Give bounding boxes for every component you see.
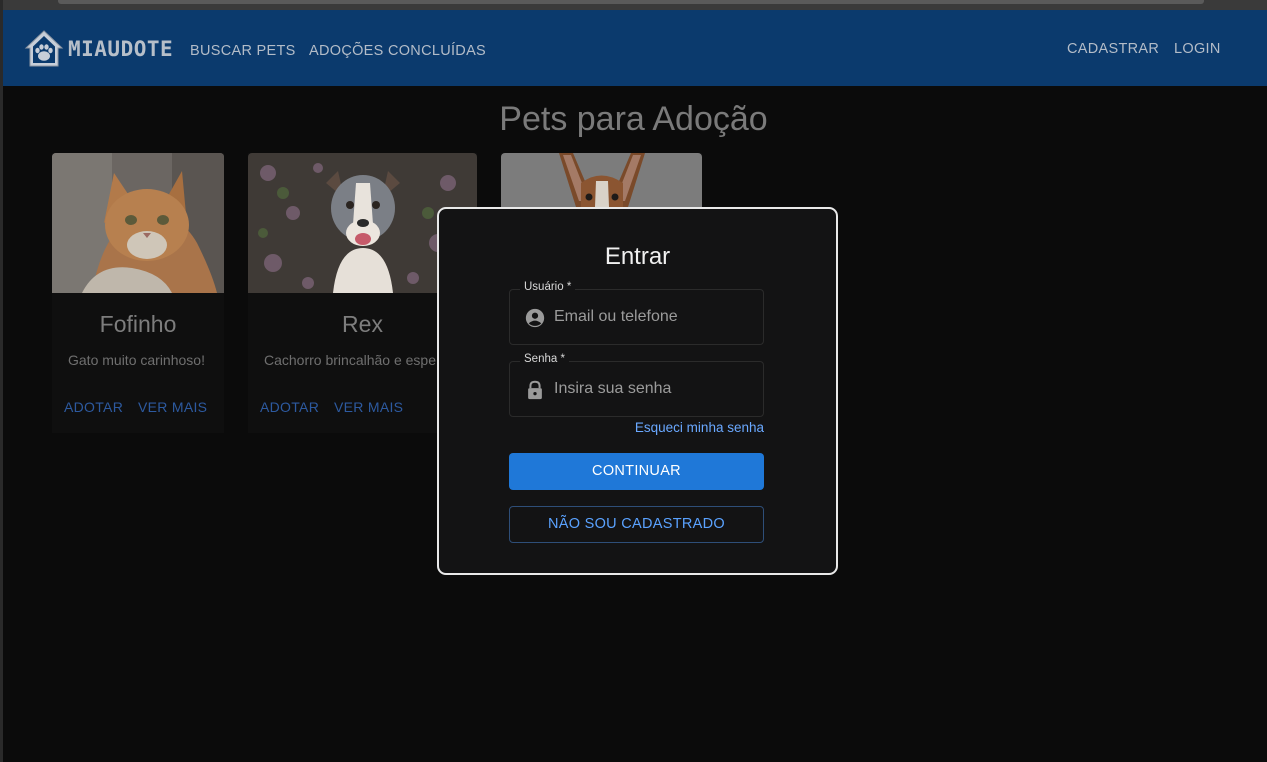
pet-photo-dog-ears [501, 153, 702, 207]
modal-title: Entrar [604, 243, 671, 270]
browser-top-strip [0, 0, 1267, 10]
username-input[interactable] [554, 304, 754, 330]
adopt-button[interactable]: ADOTAR [64, 399, 123, 415]
pet-name: Fofinho [99, 311, 177, 337]
house-paw-logo-icon [24, 30, 64, 67]
nav-buscar-pets[interactable]: BUSCAR PETS [190, 43, 296, 59]
account-circle-icon [525, 308, 545, 328]
app-bar: MIAUDOTE BUSCAR PETS ADOÇÕES CONCLUÍDAS … [3, 10, 1267, 86]
page-title: Pets para Adoção [499, 100, 768, 138]
password-label: Senha * [520, 353, 569, 365]
pet-description: Cachorro brincalhão e espe [264, 352, 436, 368]
brand-logo[interactable]: MIAUDOTE [23, 28, 173, 70]
pet-photo-cat [52, 153, 224, 293]
nav-cadastrar[interactable]: CADASTRAR [1067, 41, 1159, 57]
username-label: Usuário * [520, 281, 576, 293]
password-field[interactable]: Senha * [509, 353, 764, 417]
forgot-password-link[interactable]: Esqueci minha senha [635, 420, 764, 435]
password-input[interactable] [554, 376, 754, 402]
not-registered-button[interactable]: NÃO SOU CADASTRADO [509, 506, 764, 543]
username-field[interactable]: Usuário * [509, 281, 764, 345]
nav-login[interactable]: LOGIN [1174, 41, 1221, 57]
view-more-button[interactable]: VER MAIS [334, 399, 403, 415]
browser-tab-bar [58, 0, 1204, 4]
nav-adocoes-concluidas[interactable]: ADOÇÕES CONCLUÍDAS [309, 43, 486, 59]
login-modal: Entrar Usuário * Senha * Esqueci minha s… [437, 207, 838, 575]
view-more-button[interactable]: VER MAIS [138, 399, 207, 415]
continue-button[interactable]: CONTINUAR [509, 453, 764, 490]
adopt-button[interactable]: ADOTAR [260, 399, 319, 415]
lock-icon [528, 380, 542, 400]
pet-card-third [501, 153, 702, 207]
brand-name: MIAUDOTE [68, 37, 174, 61]
pet-description: Gato muito carinhoso! [68, 352, 205, 368]
pet-card-fofinho: Fofinho Gato muito carinhoso! ADOTAR VER… [52, 153, 224, 433]
